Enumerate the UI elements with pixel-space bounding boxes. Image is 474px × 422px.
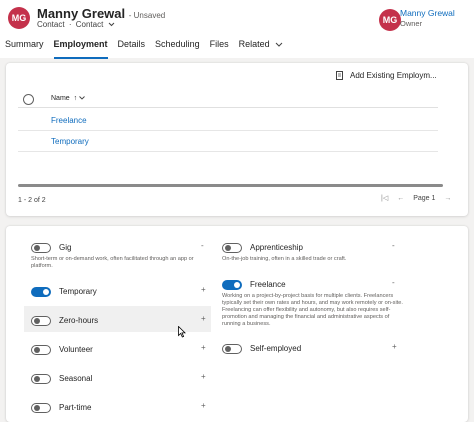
page-label: Page 1 <box>413 194 436 202</box>
add-existing-employment-button[interactable]: Add Existing Employm... <box>336 71 437 80</box>
description-line: promotion and managing the financial and… <box>222 314 390 320</box>
owner-name-link[interactable]: Manny Grewal <box>400 8 455 18</box>
document-add-icon <box>336 71 343 80</box>
chevron-down-icon <box>108 22 114 27</box>
description-line: running a business. <box>222 321 271 327</box>
entity-label: Contact <box>37 20 65 29</box>
tab-label: Summary <box>5 39 44 49</box>
tab-scheduling[interactable]: Scheduling <box>150 36 205 56</box>
pagination: |◁ ← Page 1 → <box>381 194 451 203</box>
record-avatar: MG <box>8 7 30 29</box>
toggle-switch[interactable] <box>31 345 51 355</box>
expand-icon[interactable]: + <box>201 372 206 381</box>
column-name-label: Name <box>51 95 70 102</box>
table-row[interactable]: Freelance <box>18 110 438 131</box>
tab-details[interactable]: Details <box>113 36 151 56</box>
description-line: Freelancing can offer flexibility and au… <box>222 307 391 313</box>
expand-icon[interactable]: + <box>201 343 206 352</box>
toggle-switch[interactable] <box>31 243 51 253</box>
toggle-switch[interactable] <box>31 403 51 413</box>
toggle-switch[interactable] <box>222 344 242 354</box>
toggle-switch[interactable] <box>222 243 242 253</box>
description-line: Working on a project-by-project basis fo… <box>222 293 394 299</box>
option-description: Working on a project-by-project basis fo… <box>222 293 404 328</box>
record-subtitle: Contact · Contact <box>37 20 115 29</box>
option-label: Freelance <box>250 280 286 289</box>
toggle-switch[interactable] <box>222 280 242 290</box>
sort-ascending-icon: ↑ <box>73 95 78 102</box>
expand-icon[interactable]: + <box>201 285 206 294</box>
table-row[interactable]: Temporary <box>18 131 438 152</box>
collapse-icon[interactable]: - <box>392 278 395 287</box>
option-label: Gig <box>59 243 72 252</box>
grid-header-row: Name ↑ <box>18 90 438 108</box>
description-line: typically set their own rates and hours,… <box>222 300 403 306</box>
collapse-icon[interactable]: - <box>201 241 204 250</box>
record-link[interactable]: Freelance <box>51 116 87 125</box>
select-all-radio[interactable] <box>23 94 34 105</box>
expand-icon[interactable]: + <box>201 314 206 323</box>
unsaved-indicator: - Unsaved <box>128 11 166 20</box>
tab-summary[interactable]: Summary <box>0 36 49 56</box>
tab-files[interactable]: Files <box>205 36 234 56</box>
owner-role: Owner <box>400 19 423 28</box>
owner-avatar[interactable]: MG <box>379 9 401 31</box>
separator: · <box>68 20 72 29</box>
option-label: Temporary <box>59 287 97 296</box>
option-label: Apprenticeship <box>250 243 303 252</box>
expand-icon[interactable]: + <box>201 401 206 410</box>
tab-label: Details <box>117 39 146 49</box>
description-line: On-the-job training, often in a skilled … <box>222 256 347 262</box>
tab-label: Scheduling <box>155 39 200 49</box>
description-line: platform. <box>31 263 53 269</box>
option-description: On-the-job training, often in a skilled … <box>222 256 400 263</box>
add-existing-label: Add Existing Employm... <box>350 71 437 80</box>
option-label: Self-employed <box>250 344 302 353</box>
toggle-switch[interactable] <box>31 316 51 326</box>
toggle-switch[interactable] <box>31 287 51 297</box>
collapse-icon[interactable]: - <box>392 241 395 250</box>
chevron-down-icon <box>79 96 85 100</box>
form-selector[interactable]: Contact <box>76 20 115 29</box>
chevron-down-icon <box>275 42 283 47</box>
option-label: Seasonal <box>59 374 93 383</box>
tab-label: Related <box>238 39 270 49</box>
description-line: Short-term or on-demand work, often faci… <box>31 256 194 262</box>
first-page-icon[interactable]: |◁ <box>381 194 388 202</box>
form-label: Contact <box>75 20 104 29</box>
horizontal-scrollbar[interactable] <box>18 184 443 187</box>
previous-page-icon[interactable]: ← <box>397 195 404 202</box>
toggle-switch[interactable] <box>31 374 51 384</box>
next-page-icon[interactable]: → <box>444 195 451 202</box>
option-description: Short-term or on-demand work, often faci… <box>31 256 207 270</box>
record-count: 1 - 2 of 2 <box>18 197 46 204</box>
mouse-pointer-icon <box>178 326 186 338</box>
tab-label: Employment <box>53 39 108 49</box>
option-label: Part-time <box>59 403 92 412</box>
page-title: Manny Grewal - Unsaved <box>37 6 165 21</box>
expand-icon[interactable]: + <box>392 342 397 351</box>
option-label: Volunteer <box>59 345 93 354</box>
employment-subgrid: Add Existing Employm... Name ↑ Freelance… <box>6 63 468 216</box>
tab-employment[interactable]: Employment <box>49 36 113 59</box>
form-tabs: Summary Employment Details Scheduling Fi… <box>0 36 289 59</box>
record-title: Manny Grewal <box>37 6 126 21</box>
record-link[interactable]: Temporary <box>51 137 89 146</box>
column-header-name[interactable]: Name ↑ <box>51 95 85 102</box>
tab-label: Files <box>209 39 229 49</box>
tab-related[interactable]: Related <box>234 36 289 56</box>
option-label: Zero-hours <box>59 316 99 325</box>
record-header: MG Manny Grewal - Unsaved Contact · Cont… <box>0 0 474 59</box>
